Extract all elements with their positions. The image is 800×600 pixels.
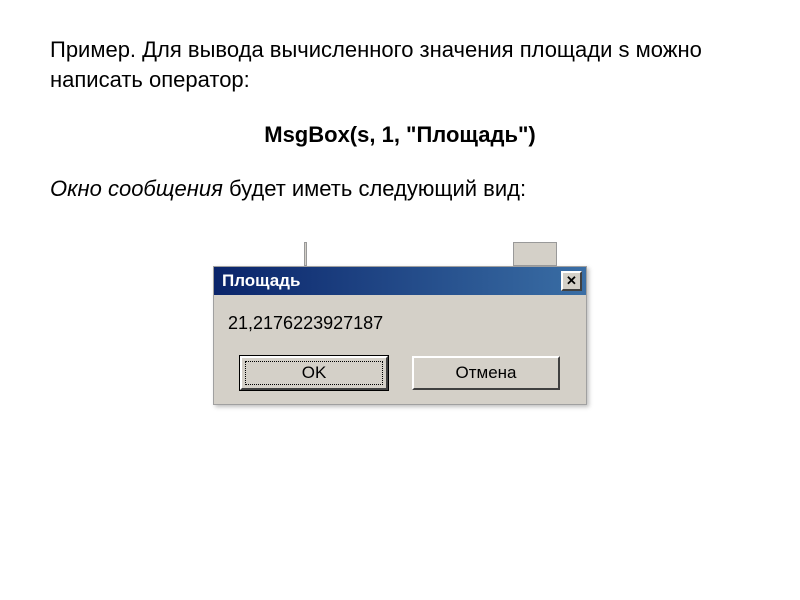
- ok-button-label: OK: [302, 363, 327, 383]
- intro-paragraph: Пример. Для вывода вычисленного значения…: [50, 35, 750, 94]
- message-value: 21,2176223927187: [228, 313, 572, 334]
- follow-italic: Окно сообщения: [50, 176, 223, 201]
- button-row: OK Отмена: [228, 356, 572, 390]
- fragment-behind-2: [513, 242, 557, 266]
- ok-button[interactable]: OK: [240, 356, 388, 390]
- follow-rest: будет иметь следующий вид:: [223, 176, 526, 201]
- close-button[interactable]: ✕: [561, 271, 582, 291]
- cancel-button-label: Отмена: [456, 363, 517, 383]
- code-example: MsgBox(s, 1, "Площадь"): [50, 122, 750, 148]
- window-title: Площадь: [222, 271, 300, 291]
- dialog-body: 21,2176223927187 OK Отмена: [214, 295, 586, 404]
- title-bar: Площадь ✕: [214, 267, 586, 295]
- cancel-button[interactable]: Отмена: [412, 356, 560, 390]
- follow-paragraph: Окно сообщения будет иметь следующий вид…: [50, 176, 750, 202]
- msgbox-screenshot: Площадь ✕ 21,2176223927187 OK Отмена: [213, 242, 587, 405]
- msgbox-window: Площадь ✕ 21,2176223927187 OK Отмена: [213, 266, 587, 405]
- close-icon: ✕: [566, 273, 577, 289]
- fragment-behind-1: [304, 242, 307, 266]
